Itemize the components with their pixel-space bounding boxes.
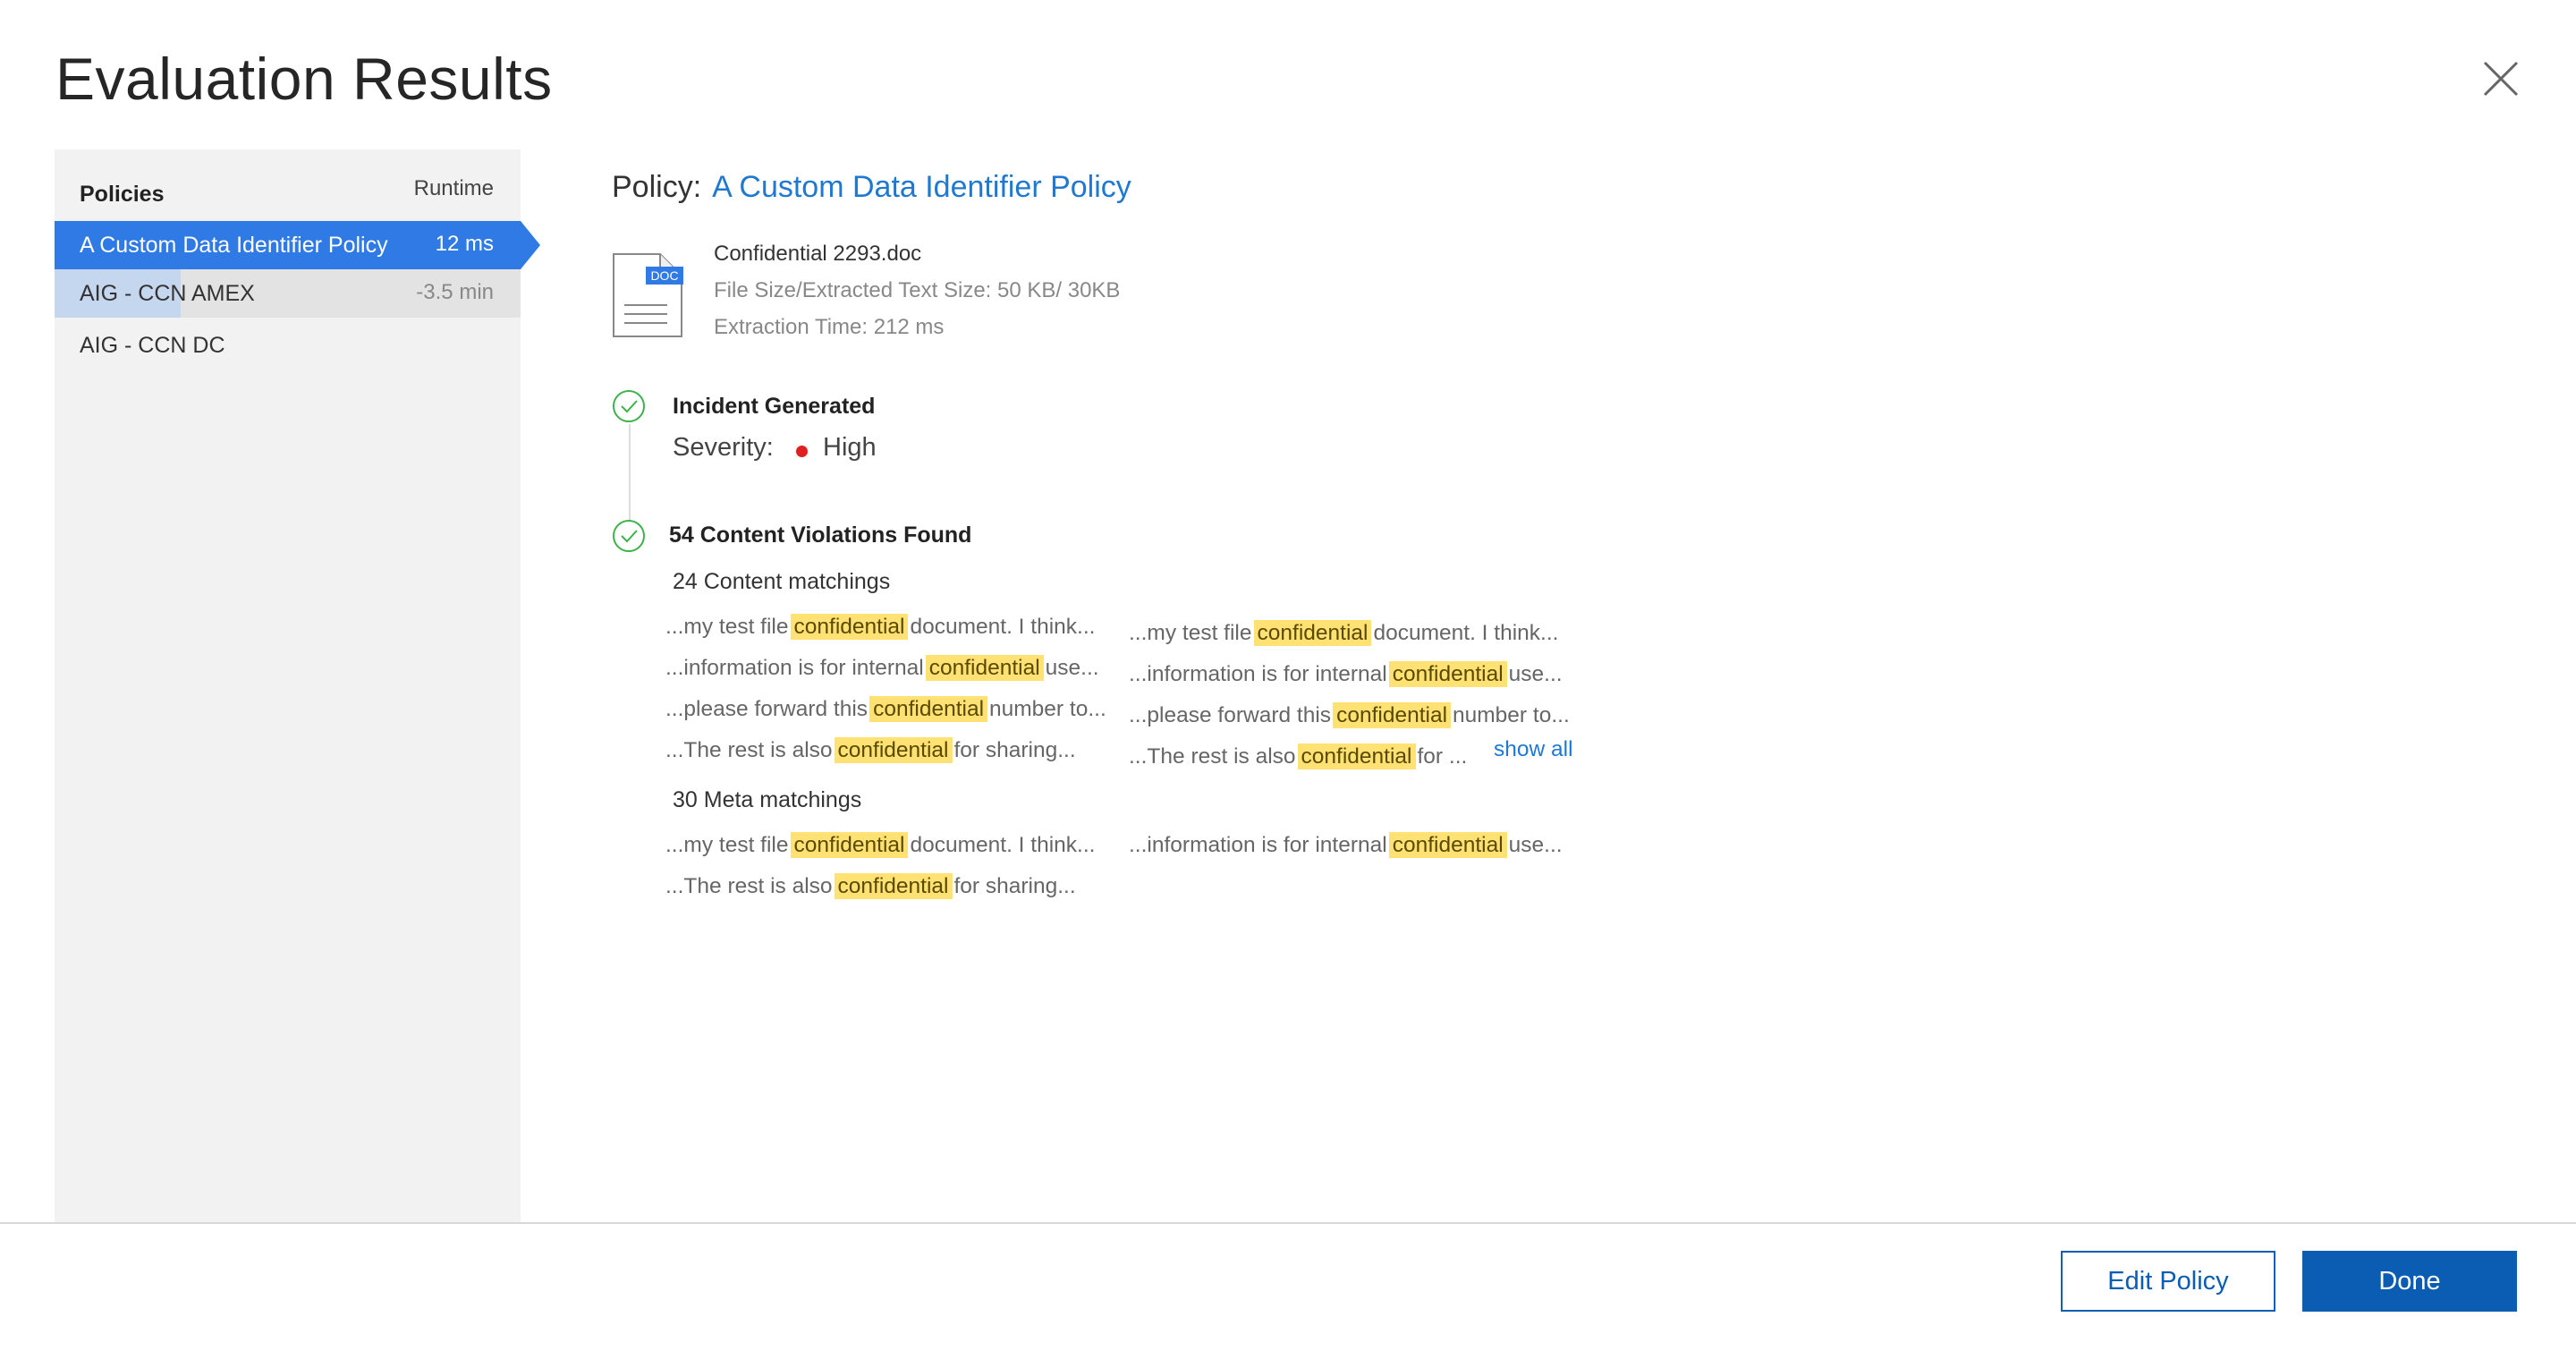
check-circle-icon (613, 390, 645, 422)
file-size: File Size/Extracted Text Size: 50 KB/ 30… (714, 278, 1121, 302)
highlighted-match: confidential (1333, 702, 1452, 728)
extraction-time: Extraction Time: 212 ms (714, 315, 945, 339)
match-snippet: ...The rest is also confidential for ... (1129, 742, 1467, 772)
timeline-connector (629, 424, 631, 521)
sidebar-item-custom-data-identifier-policy[interactable]: A Custom Data Identifier Policy 12 ms (55, 221, 540, 269)
close-icon[interactable] (2481, 59, 2521, 98)
dialog-title: Evaluation Results (55, 46, 553, 112)
highlighted-match: confidential (834, 737, 953, 763)
incident-title: Incident Generated (673, 394, 876, 419)
sidebar-item-label: AIG - CCN AMEX (80, 281, 255, 306)
highlighted-match: confidential (1253, 620, 1372, 646)
highlighted-match: confidential (869, 696, 988, 722)
match-snippet: ...information is for internal confidenti… (665, 653, 1099, 684)
snippet-text: for sharing... (953, 874, 1076, 898)
active-indicator-arrow (521, 221, 540, 269)
snippet-text: ...information is for internal (665, 656, 924, 680)
match-snippet: ...my test file confidential document. I t… (1129, 618, 1558, 649)
sidebar-item-aig-ccn-dc[interactable]: AIG - CCN DC (55, 321, 521, 370)
snippet-text: use... (1045, 656, 1099, 680)
policy-key: Policy: (612, 170, 702, 204)
check-circle-icon (613, 520, 645, 552)
snippet-text: ...information is for internal (1129, 833, 1387, 857)
highlighted-match: confidential (1388, 832, 1507, 858)
file-name: Confidential 2293.doc (714, 242, 922, 266)
snippet-text: ...my test file (665, 833, 789, 857)
highlighted-match: confidential (925, 655, 1044, 681)
match-snippet: ...please forward this confidential number… (665, 694, 1106, 725)
snippet-text: ...please forward this (665, 697, 869, 721)
snippet-text: ...The rest is also (665, 738, 833, 762)
doc-file-icon: DOC (613, 253, 683, 337)
snippet-text: number to... (1453, 703, 1570, 727)
snippet-text: document. I think... (1373, 621, 1559, 645)
sidebar-item-runtime: 12 ms (435, 232, 494, 256)
show-all-link[interactable]: show all (1494, 737, 1573, 762)
snippet-text: ...The rest is also (1129, 744, 1296, 769)
sidebar-item-runtime: -3.5 min (416, 280, 494, 304)
sidebar-item-label: A Custom Data Identifier Policy (80, 233, 388, 258)
policy-name-link[interactable]: A Custom Data Identifier Policy (712, 170, 1131, 204)
snippet-text: ...my test file (665, 615, 789, 639)
snippet-text: ...information is for internal (1129, 662, 1387, 686)
snippet-text: document. I think... (910, 833, 1096, 857)
match-snippet: ...The rest is also confidential for shari… (665, 871, 1076, 902)
policies-sidebar: Policies Runtime A Custom Data Identifie… (55, 149, 540, 1223)
snippet-text: ...The rest is also (665, 874, 833, 898)
severity-label: Severity: (673, 433, 774, 462)
match-snippet: ...my test file confidential document. I t… (665, 830, 1095, 861)
highlighted-match: confidential (834, 873, 953, 899)
sidebar-header: Policies Runtime (55, 149, 521, 221)
doc-badge: DOC (650, 268, 678, 283)
highlighted-match: confidential (790, 614, 909, 640)
snippet-text: for sharing... (953, 738, 1076, 762)
policies-header: Policies (80, 182, 165, 207)
edit-policy-button[interactable]: Edit Policy (2061, 1251, 2275, 1312)
done-button[interactable]: Done (2302, 1251, 2517, 1312)
highlighted-match: confidential (1297, 743, 1416, 769)
highlighted-match: confidential (1388, 661, 1507, 687)
meta-matchings-title: 30 Meta matchings (673, 787, 862, 812)
severity-dot (796, 446, 808, 457)
runtime-header: Runtime (413, 176, 494, 200)
snippet-text: ...please forward this (1129, 703, 1332, 727)
footer-divider (0, 1222, 2576, 1224)
match-snippet: ...information is for internal confidenti… (1129, 830, 1563, 861)
snippet-text: ...my test file (1129, 621, 1252, 645)
snippet-text: number to... (989, 697, 1106, 721)
highlighted-match: confidential (790, 832, 909, 858)
match-snippet: ...information is for internal confidenti… (1129, 659, 1563, 690)
policy-heading: Policy: A Custom Data Identifier Policy (612, 170, 1131, 205)
snippet-text: use... (1508, 662, 1563, 686)
match-snippet: ...my test file confidential document. I t… (665, 612, 1095, 642)
match-snippet: ...please forward this confidential number… (1129, 701, 1570, 731)
content-matchings-title: 24 Content matchings (673, 569, 891, 594)
match-snippet: ...The rest is also confidential for shari… (665, 735, 1076, 766)
snippet-text: document. I think... (910, 615, 1096, 639)
snippet-text: use... (1508, 833, 1563, 857)
sidebar-item-label: AIG - CCN DC (80, 333, 225, 358)
sidebar-item-aig-ccn-amex[interactable]: AIG - CCN AMEX -3.5 min (55, 269, 521, 318)
violations-title: 54 Content Violations Found (669, 523, 972, 548)
severity-value: High (823, 433, 877, 462)
snippet-text: for ... (1417, 744, 1468, 769)
